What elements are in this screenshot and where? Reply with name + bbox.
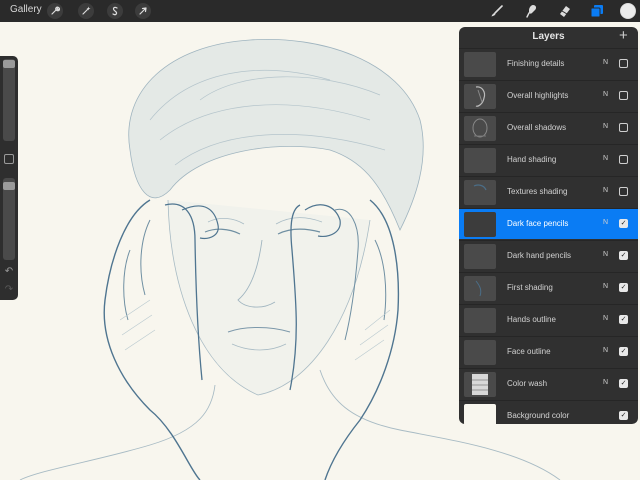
- magic-wand-icon[interactable]: [78, 3, 94, 19]
- layer-row[interactable]: Color wash N ✓: [459, 368, 638, 399]
- transform-arrow-icon[interactable]: [135, 3, 151, 19]
- layer-thumbnail: [464, 340, 496, 365]
- layer-blend-mode-button[interactable]: N: [603, 155, 608, 162]
- layer-thumbnail: [464, 212, 496, 237]
- layer-row[interactable]: Textures shading N: [459, 176, 638, 207]
- layer-thumbnail: [464, 116, 496, 141]
- layer-name: Dark face pencils: [507, 219, 569, 228]
- selection-icon[interactable]: [107, 3, 123, 19]
- layer-visibility-checkbox[interactable]: ✓: [619, 411, 628, 420]
- layer-name: Overall highlights: [507, 91, 569, 100]
- layer-visibility-checkbox[interactable]: ✓: [619, 347, 628, 356]
- layer-thumbnail: [464, 244, 496, 269]
- layer-blend-mode-button[interactable]: N: [603, 91, 608, 98]
- brush-size-slider[interactable]: [3, 59, 15, 141]
- layer-thumbnail: [464, 276, 496, 301]
- layer-blend-mode-button[interactable]: N: [603, 123, 608, 130]
- smudge-icon[interactable]: [523, 2, 541, 20]
- layer-row[interactable]: Overall highlights N: [459, 80, 638, 111]
- layer-visibility-checkbox[interactable]: [619, 123, 628, 132]
- layer-thumbnail: [464, 372, 496, 397]
- add-layer-button[interactable]: +: [619, 27, 628, 44]
- layer-name: Textures shading: [507, 187, 568, 196]
- redo-icon[interactable]: ↷: [2, 284, 16, 296]
- opacity-slider[interactable]: [3, 178, 15, 260]
- layer-thumbnail: [464, 84, 496, 109]
- gallery-button[interactable]: Gallery: [10, 4, 42, 15]
- top-toolbar: Gallery: [0, 0, 640, 22]
- layer-name: Background color: [507, 411, 570, 420]
- layers-header: Layers +: [459, 27, 638, 48]
- layer-blend-mode-button[interactable]: N: [603, 187, 608, 194]
- modify-button[interactable]: [4, 154, 14, 164]
- brush-size-slider-thumb[interactable]: [3, 60, 15, 68]
- layer-blend-mode-button[interactable]: N: [603, 315, 608, 322]
- layer-visibility-checkbox[interactable]: ✓: [619, 315, 628, 324]
- layer-thumbnail: [464, 52, 496, 77]
- layer-row[interactable]: Background color ✓: [459, 400, 638, 424]
- layer-visibility-checkbox[interactable]: [619, 91, 628, 100]
- layers-panel: Layers + Finishing details N Overall highl…: [459, 27, 638, 424]
- layer-visibility-checkbox[interactable]: ✓: [619, 219, 628, 228]
- layer-row[interactable]: First shading N ✓: [459, 272, 638, 303]
- layer-visibility-checkbox[interactable]: [619, 59, 628, 68]
- left-sidebar: ↶ ↷: [0, 56, 18, 300]
- layer-row[interactable]: Dark face pencils N ✓: [459, 208, 638, 239]
- color-picker-swatch[interactable]: [620, 3, 636, 19]
- layer-thumbnail: [464, 308, 496, 333]
- undo-icon[interactable]: ↶: [2, 266, 16, 278]
- layer-row[interactable]: Dark hand pencils N ✓: [459, 240, 638, 271]
- layer-blend-mode-button[interactable]: N: [603, 283, 608, 290]
- layer-row[interactable]: Hand shading N: [459, 144, 638, 175]
- layer-blend-mode-button[interactable]: N: [603, 347, 608, 354]
- layer-blend-mode-button[interactable]: N: [603, 379, 608, 386]
- layer-name: Face outline: [507, 347, 551, 356]
- layer-visibility-checkbox[interactable]: ✓: [619, 283, 628, 292]
- layer-name: Hand shading: [507, 155, 557, 164]
- layer-visibility-checkbox[interactable]: ✓: [619, 251, 628, 260]
- layer-blend-mode-button[interactable]: N: [603, 251, 608, 258]
- layer-visibility-checkbox[interactable]: ✓: [619, 379, 628, 388]
- layer-row[interactable]: Overall shadows N: [459, 112, 638, 143]
- layer-blend-mode-button[interactable]: N: [603, 219, 608, 226]
- wrench-icon[interactable]: [47, 3, 63, 19]
- layer-thumbnail: [464, 404, 496, 424]
- eraser-icon[interactable]: [556, 2, 574, 20]
- layer-name: Overall shadows: [507, 123, 567, 132]
- layer-thumbnail: [464, 148, 496, 173]
- layer-name: Finishing details: [507, 59, 565, 68]
- layer-row[interactable]: Finishing details N: [459, 48, 638, 79]
- layer-visibility-checkbox[interactable]: [619, 187, 628, 196]
- layer-name: Color wash: [507, 379, 548, 388]
- layer-visibility-checkbox[interactable]: [619, 155, 628, 164]
- layer-name: Hands outline: [507, 315, 556, 324]
- layers-icon[interactable]: [588, 2, 606, 20]
- brush-icon[interactable]: [488, 2, 506, 20]
- layer-name: Dark hand pencils: [507, 251, 572, 260]
- layer-thumbnail: [464, 180, 496, 205]
- layers-title: Layers: [532, 31, 565, 42]
- opacity-slider-thumb[interactable]: [3, 182, 15, 190]
- layer-row[interactable]: Hands outline N ✓: [459, 304, 638, 335]
- layer-name: First shading: [507, 283, 553, 292]
- layer-row[interactable]: Face outline N ✓: [459, 336, 638, 367]
- layer-blend-mode-button[interactable]: N: [603, 59, 608, 66]
